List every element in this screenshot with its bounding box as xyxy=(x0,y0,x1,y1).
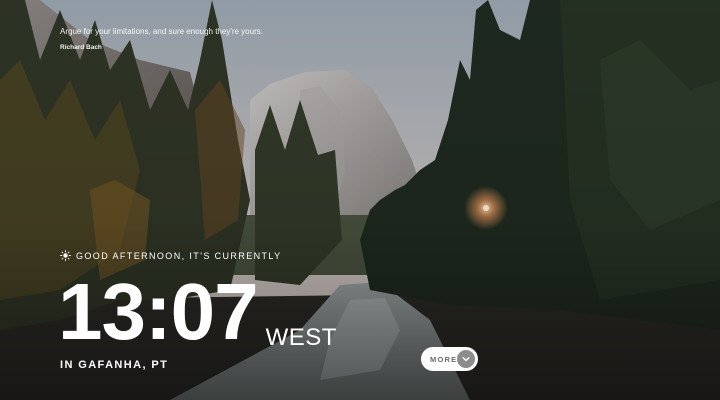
quote-block: Argue for your limitations, and sure eno… xyxy=(60,26,360,51)
quote-text: Argue for your limitations, and sure eno… xyxy=(60,27,263,36)
location-label: IN GAFANHA, PT xyxy=(60,359,169,371)
more-button[interactable]: MORE xyxy=(421,347,478,371)
clock-time: 13:07 xyxy=(58,267,259,356)
new-tab-dashboard: Argue for your limitations, and sure eno… xyxy=(0,0,720,400)
chevron-down-icon xyxy=(457,350,475,368)
clock: 13:07 WEST xyxy=(58,272,337,352)
greeting-text: GOOD AFTERNOON, IT'S CURRENTLY xyxy=(76,250,282,261)
quote-author: Richard Bach xyxy=(60,44,102,51)
greeting: GOOD AFTERNOON, IT'S CURRENTLY xyxy=(60,250,282,261)
timezone-label: WEST xyxy=(265,324,337,351)
sun-icon xyxy=(60,250,71,261)
more-button-label: MORE xyxy=(430,354,458,364)
